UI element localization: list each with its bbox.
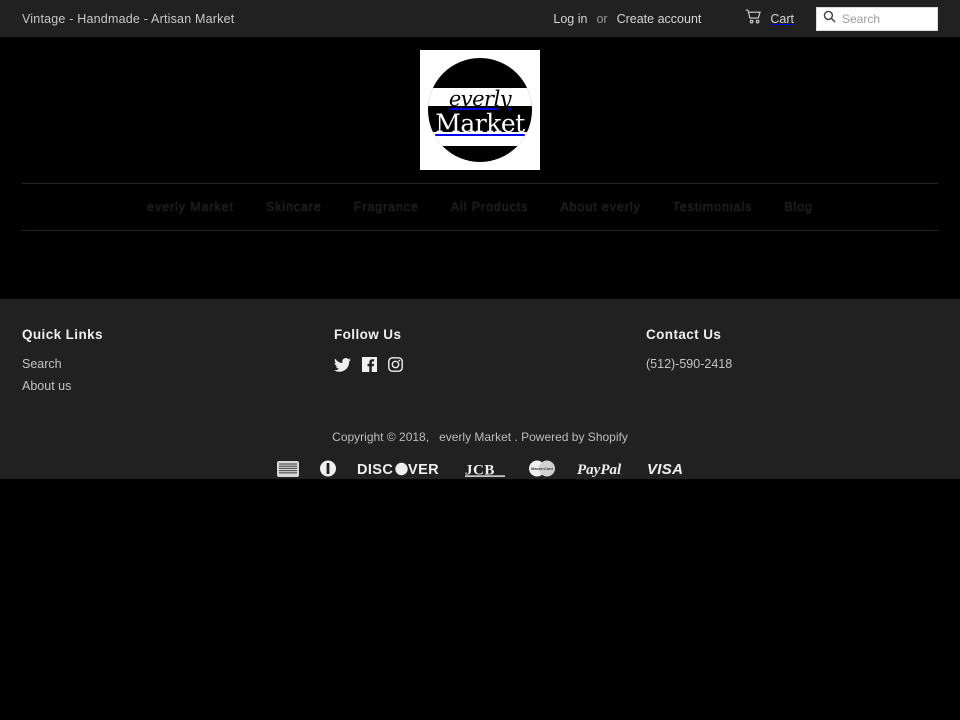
cart-label: Cart bbox=[770, 11, 794, 26]
social-links bbox=[334, 357, 646, 377]
login-link[interactable]: Log in bbox=[553, 12, 587, 26]
search-input[interactable] bbox=[842, 11, 931, 26]
svg-text:DISC: DISC bbox=[357, 462, 393, 477]
nav-item-about-everly[interactable]: About everly bbox=[544, 200, 656, 214]
follow-us-title: Follow Us bbox=[334, 327, 402, 342]
contact-phone: (512)-590-2418 bbox=[646, 357, 733, 371]
cart-button[interactable]: Cart bbox=[745, 8, 794, 29]
footer-contact-us: Contact Us (512)-590-2418 bbox=[646, 327, 938, 371]
nav-item-blog[interactable]: Blog bbox=[768, 200, 829, 214]
mastercard-icon: MasterCard bbox=[525, 460, 559, 482]
nav-item-everly-market[interactable]: everly Market bbox=[131, 200, 250, 214]
quick-links-title: Quick Links bbox=[22, 327, 103, 342]
top-bar-actions: Log in or Create account Cart bbox=[553, 6, 938, 31]
site-tagline: Vintage - Handmade - Artisan Market bbox=[22, 11, 235, 26]
logo-circle: everly Market bbox=[428, 58, 532, 162]
contact-us-title: Contact Us bbox=[646, 327, 722, 342]
amex-icon bbox=[277, 460, 299, 482]
paypal-icon: PayPal bbox=[577, 461, 629, 482]
footer-columns: Quick Links Search About us Follow Us Co… bbox=[22, 327, 938, 401]
logo-area: everly Market bbox=[0, 37, 960, 183]
copyright-store-link[interactable]: everly Market bbox=[439, 430, 511, 444]
copyright-line: Copyright © 2018, everly Market . Powered… bbox=[22, 430, 938, 444]
discover-icon: DISC VER bbox=[357, 461, 447, 482]
svg-text:MasterCard: MasterCard bbox=[531, 466, 554, 471]
site-logo[interactable]: everly Market bbox=[420, 50, 540, 170]
nav-item-all-products[interactable]: All Products bbox=[435, 200, 545, 214]
create-account-link[interactable]: Create account bbox=[617, 12, 702, 26]
quick-link-search[interactable]: Search bbox=[22, 357, 334, 371]
nav-item-testimonials[interactable]: Testimonials bbox=[657, 200, 769, 214]
search-icon[interactable] bbox=[823, 10, 836, 28]
twitter-icon[interactable] bbox=[334, 357, 351, 377]
top-bar: Vintage - Handmade - Artisan Market Log … bbox=[0, 0, 960, 37]
shopping-cart-icon bbox=[745, 8, 762, 29]
svg-text:VISA: VISA bbox=[647, 461, 683, 477]
footer-quick-links: Quick Links Search About us bbox=[22, 327, 334, 401]
visa-icon: VISA bbox=[647, 461, 683, 482]
svg-text:PayPal: PayPal bbox=[577, 462, 622, 477]
copyright-suffix: . Powered by Shopify bbox=[514, 430, 628, 444]
logo-line-2: Market bbox=[435, 108, 525, 138]
jcb-icon: JCB bbox=[465, 461, 507, 482]
svg-text:VER: VER bbox=[408, 462, 439, 477]
copyright-prefix: Copyright © 2018, bbox=[332, 430, 430, 444]
search-form[interactable] bbox=[816, 6, 938, 31]
nav-item-fragrance[interactable]: Fragrance bbox=[338, 200, 435, 214]
payment-methods: DISC VER JCB MasterCard PayPal VISA bbox=[22, 460, 938, 482]
quick-link-about-us[interactable]: About us bbox=[22, 379, 334, 393]
main-navigation: everly Market Skincare Fragrance All Pro… bbox=[22, 183, 938, 231]
logo-line-1: everly bbox=[448, 86, 512, 111]
svg-text:JCB: JCB bbox=[465, 462, 495, 477]
site-footer: Quick Links Search About us Follow Us Co… bbox=[0, 299, 960, 479]
facebook-icon[interactable] bbox=[362, 357, 377, 377]
instagram-icon[interactable] bbox=[388, 357, 403, 377]
footer-follow-us: Follow Us bbox=[334, 327, 646, 377]
diners-club-icon bbox=[317, 460, 339, 482]
nav-item-skincare[interactable]: Skincare bbox=[250, 200, 338, 214]
or-separator: or bbox=[596, 11, 608, 26]
